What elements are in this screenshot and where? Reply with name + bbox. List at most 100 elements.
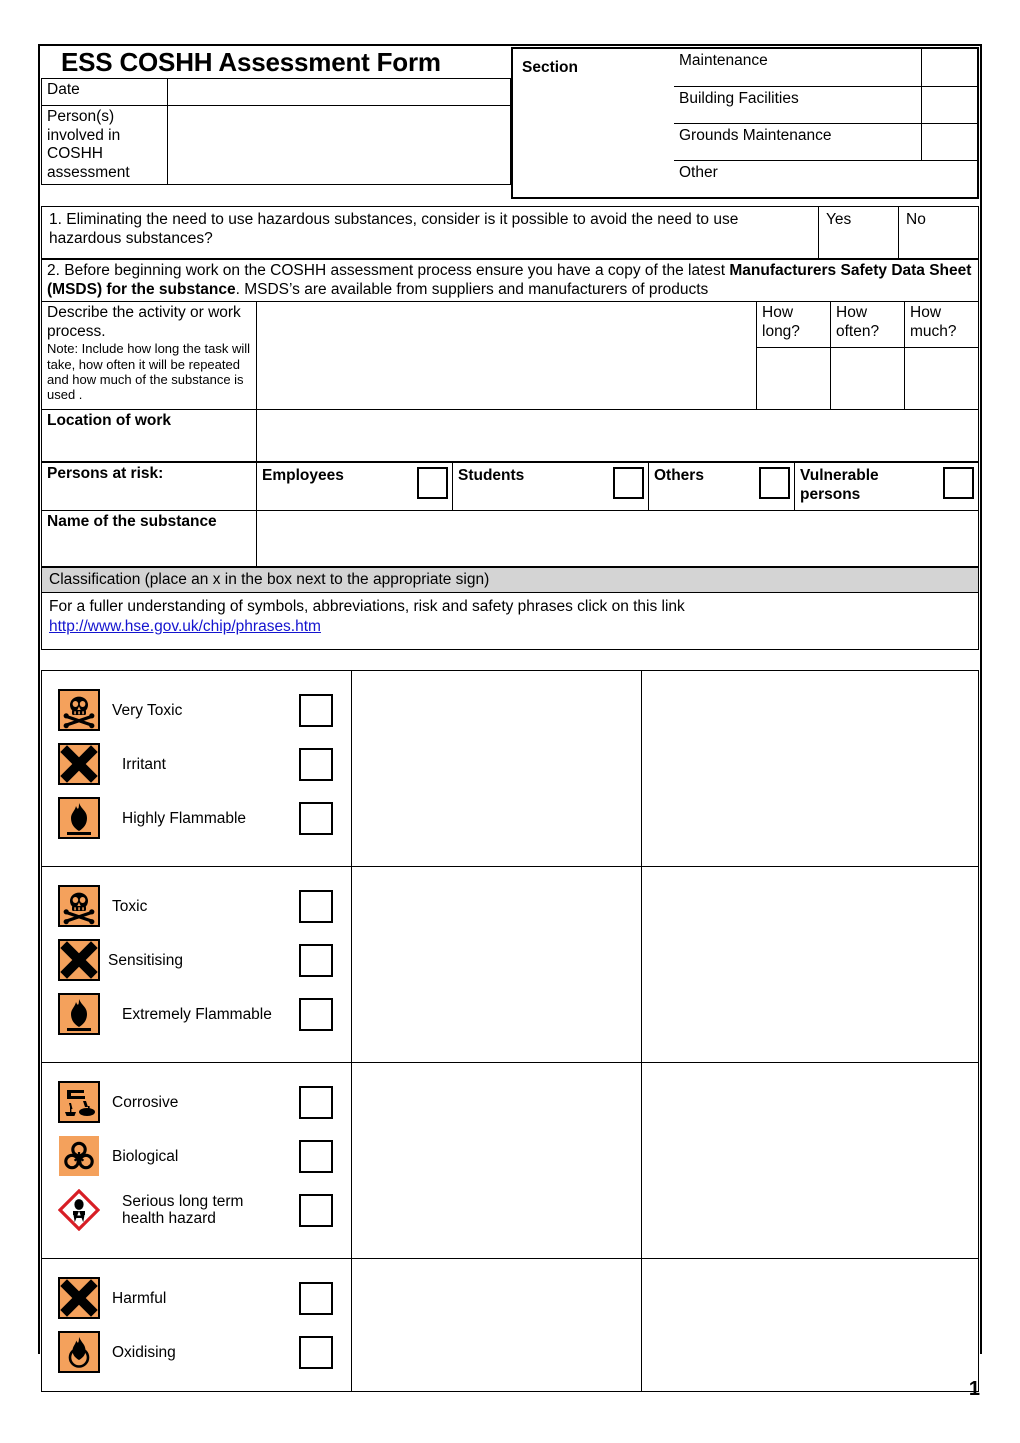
hazard-group-symbols: Corrosive Biological Serious long term h…	[41, 1062, 352, 1260]
classification-symbols-table: Very Toxic Irritant Highly Flammable Tox…	[41, 670, 979, 1393]
hazard-item-label: Toxic	[112, 897, 148, 915]
question-2-part-2: . MSDS’s are available from suppliers an…	[235, 280, 709, 298]
risk-option-students[interactable]: Students	[452, 462, 649, 512]
question-1-table: 1. Eliminating the need to use hazardous…	[41, 206, 979, 259]
how-much-input[interactable]	[904, 347, 979, 411]
hazard-item-highly-flammable[interactable]: Highly Flammable	[42, 791, 351, 845]
oxidising-flame-circle-icon	[58, 1331, 100, 1374]
hazard-item-checkbox[interactable]	[299, 747, 333, 781]
hazard-group-extra[interactable]	[641, 1062, 979, 1260]
hazard-item-irritant[interactable]: Irritant	[42, 737, 351, 791]
activity-description-input[interactable]	[256, 301, 757, 411]
hazard-item-corrosive[interactable]: Corrosive	[42, 1075, 351, 1129]
risk-option-checkbox[interactable]	[613, 467, 644, 500]
hazard-item-checkbox[interactable]	[299, 1139, 333, 1173]
hazard-item-toxic[interactable]: Toxic	[42, 879, 351, 933]
saint-andrews-cross-icon	[58, 1277, 100, 1320]
hazard-item-harmful[interactable]: Harmful	[42, 1271, 351, 1325]
page-title: ESS COSHH Assessment Form	[61, 47, 441, 77]
persons-involved-input[interactable]	[167, 105, 511, 186]
hazard-group-notes[interactable]	[351, 1062, 642, 1260]
hazard-group-extra[interactable]	[641, 1258, 979, 1393]
risk-option-vulnerable-persons[interactable]: Vulnerable persons	[794, 462, 979, 512]
hazard-group-notes[interactable]	[351, 1258, 642, 1393]
section-option-label: Building Facilities	[674, 86, 922, 124]
location-input[interactable]	[256, 409, 979, 463]
flame-icon	[58, 797, 100, 840]
section-label: Section	[511, 47, 674, 199]
question-1-text: 1. Eliminating the need to use hazardous…	[41, 206, 819, 259]
header-left-table: Date Person(s) involved in COSHH assessm…	[41, 78, 511, 186]
date-label: Date	[41, 78, 168, 107]
activity-label-note: Note: Include how long the task will tak…	[47, 341, 251, 403]
section-options-block: Maintenance Building Facilities Grounds …	[674, 47, 979, 199]
hazard-symbol-list: Corrosive Biological Serious long term h…	[42, 1063, 351, 1249]
hazard-group-extra[interactable]	[641, 670, 979, 868]
classification-intro-text: For a fuller understanding of symbols, a…	[49, 598, 685, 616]
how-much-label: How much?	[904, 301, 979, 349]
form-content: ESS COSHH Assessment Form Date Person(s)…	[41, 47, 979, 1393]
hazard-item-label: Sensitising	[108, 951, 183, 969]
hazard-symbol-list: Toxic Sensitising Extremely Flammable	[42, 867, 351, 1053]
risk-option-checkbox[interactable]	[417, 467, 448, 500]
hazard-item-checkbox[interactable]	[299, 889, 333, 923]
risk-option-others[interactable]: Others	[648, 462, 795, 512]
hazard-item-label: Corrosive	[112, 1093, 179, 1111]
section-option-checkbox[interactable]	[921, 49, 977, 87]
hazard-item-serious-health-hazard[interactable]: Serious long term health hazard	[42, 1183, 351, 1237]
skull-crossbones-icon	[58, 689, 100, 732]
hazard-item-sensitising[interactable]: Sensitising	[42, 933, 351, 987]
hazard-item-checkbox[interactable]	[299, 693, 333, 727]
hazard-item-very-toxic[interactable]: Very Toxic	[42, 683, 351, 737]
hazard-group-row: Corrosive Biological Serious long term h…	[41, 1062, 979, 1260]
question-1-yes-cell[interactable]: Yes	[818, 206, 899, 259]
hazard-group-notes[interactable]	[351, 866, 642, 1064]
hazard-item-biological[interactable]: Biological	[42, 1129, 351, 1183]
section-other-label[interactable]: Other	[674, 160, 977, 197]
hazard-item-checkbox[interactable]	[299, 997, 333, 1031]
section-option-checkbox[interactable]	[921, 123, 977, 161]
date-input[interactable]	[167, 78, 511, 107]
how-often-input[interactable]	[830, 347, 905, 411]
hazard-group-symbols: Harmful Oxidising	[41, 1258, 352, 1393]
substance-name-input[interactable]	[256, 510, 979, 568]
risk-option-label: Vulnerable persons	[800, 467, 879, 503]
substance-name-label: Name of the substance	[41, 510, 257, 568]
hazard-item-checkbox[interactable]	[299, 1193, 333, 1227]
how-long-input[interactable]	[756, 347, 831, 411]
how-often-label: How often?	[830, 301, 905, 349]
page-number: 1	[968, 1378, 980, 1400]
hazard-item-oxidising[interactable]: Oxidising	[42, 1325, 351, 1379]
hazard-item-label: Serious long term health hazard	[122, 1192, 244, 1228]
hazard-item-checkbox[interactable]	[299, 943, 333, 977]
hse-phrases-link[interactable]: http://www.hse.gov.uk/chip/phrases.htm	[49, 618, 321, 635]
hazard-symbol-list: Harmful Oxidising	[42, 1259, 351, 1391]
risk-option-employees[interactable]: Employees	[256, 462, 453, 512]
hazard-item-checkbox[interactable]	[299, 1281, 333, 1315]
risk-option-checkbox[interactable]	[759, 467, 790, 500]
hazard-item-extremely-flammable[interactable]: Extremely Flammable	[42, 987, 351, 1041]
how-long-label: How long?	[756, 301, 831, 349]
question-2-table: 2. Before beginning work on the COSHH as…	[41, 259, 979, 302]
ghs-health-hazard-icon	[57, 1188, 101, 1232]
question-2-row: 2. Before beginning work on the COSHH as…	[41, 259, 979, 302]
hazard-item-label: Highly Flammable	[122, 809, 247, 827]
hazard-item-checkbox[interactable]	[299, 1335, 333, 1369]
persons-at-risk-row: Persons at risk: Employees Students Othe…	[41, 462, 979, 512]
risk-option-checkbox[interactable]	[943, 467, 974, 500]
hazard-group-extra[interactable]	[641, 866, 979, 1064]
saint-andrews-cross-icon	[58, 743, 100, 786]
hazard-item-checkbox[interactable]	[299, 1085, 333, 1119]
question-1-no-cell[interactable]: No	[898, 206, 979, 259]
hazard-group-notes[interactable]	[351, 670, 642, 868]
persons-at-risk-label: Persons at risk:	[41, 462, 257, 512]
hazard-item-label: Extremely Flammable	[122, 1005, 272, 1023]
form-header: ESS COSHH Assessment Form Date Person(s)…	[41, 47, 979, 199]
question-2-text: 2. Before beginning work on the COSHH as…	[41, 259, 979, 302]
hazard-item-label: Harmful	[112, 1289, 167, 1307]
risk-option-label: Students	[458, 467, 525, 485]
section-option-checkbox[interactable]	[921, 86, 977, 124]
hazard-item-checkbox[interactable]	[299, 801, 333, 835]
hazard-item-label: Irritant	[122, 755, 166, 773]
section-option-label: Maintenance	[674, 49, 922, 87]
